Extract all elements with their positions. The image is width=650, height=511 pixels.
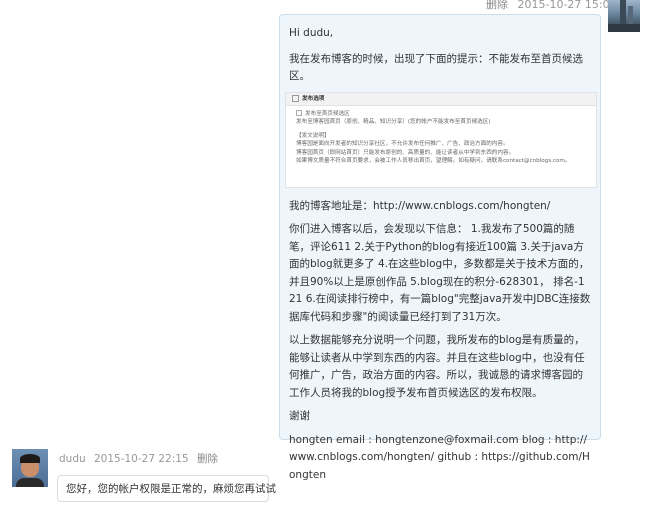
embed-section-title: 【发文说明】	[296, 132, 330, 139]
embed-option: 发布至首页候选区	[296, 110, 588, 119]
reply-text: 您好，您的帐户权限是正常的，麻烦您再试试	[66, 483, 276, 495]
reply-timestamp: 2015-10-27 22:15	[93, 453, 189, 465]
message-meta: 删除 2015-10-27 15:04	[486, 0, 617, 12]
embed-header: 发布选项	[286, 92, 596, 106]
message-paragraph: hongten email : hongtenzone@foxmail.com …	[289, 433, 590, 481]
checkbox-icon	[292, 94, 299, 102]
embedded-screenshot: 发布选项 发布至首页候选区 发布至博客园首页（原创、精品、知识分享）(您的帐户不…	[285, 91, 597, 188]
reply-bubble: 您好，您的帐户权限是正常的，麻烦您再试试	[57, 475, 276, 502]
avatar[interactable]	[12, 449, 48, 487]
message-paragraph: 我的博客地址是：http://www.cnblogs.com/hongten/	[289, 199, 551, 212]
delete-link[interactable]: 删除	[486, 0, 508, 11]
message-paragraph: 你们进入博客以后，会发现以下信息： 1.我发布了500篇的随笔，评论611 2.…	[289, 223, 591, 323]
delete-link[interactable]: 删除	[197, 453, 218, 465]
embed-line: 博客园是面向开发者的知识分享社区，不允许发布任何推广、广告、政治方面的内容。	[296, 141, 509, 147]
reply-author[interactable]: dudu	[59, 453, 86, 465]
avatar[interactable]	[608, 0, 640, 32]
embed-line: 博客园首页（即网站首页）只能发布原创的、高质量的、能让读者从中学到东西的内容。	[296, 149, 515, 156]
message-greeting: Hi dudu,	[289, 27, 334, 39]
embed-option-note: 发布至博客园首页（原创、精品、知识分享）(您的帐户不能发布至首页候选区)	[296, 119, 491, 125]
message-bubble: Hi dudu, 我在发布博客的时候，出现了下面的提示：不能发布至首页候选区。 …	[279, 14, 601, 481]
message-intro: 我在发布博客的时候，出现了下面的提示：不能发布至首页候选区。	[289, 52, 583, 83]
embed-line: 如果博文质量不符合首页要求，会被工作人员移出首页，望理解。如有疑问，请联系con…	[296, 158, 571, 164]
checkbox-icon	[296, 110, 302, 116]
reply-meta: dudu 2015-10-27 22:15 删除	[59, 451, 223, 466]
message-timestamp: 2015-10-27 15:04	[517, 0, 617, 11]
message-paragraph: 谢谢	[289, 410, 310, 422]
message-paragraph: 以上数据能够充分说明一个问题，我所发布的blog是有质量的，能够让读者从中学到东…	[289, 334, 585, 399]
